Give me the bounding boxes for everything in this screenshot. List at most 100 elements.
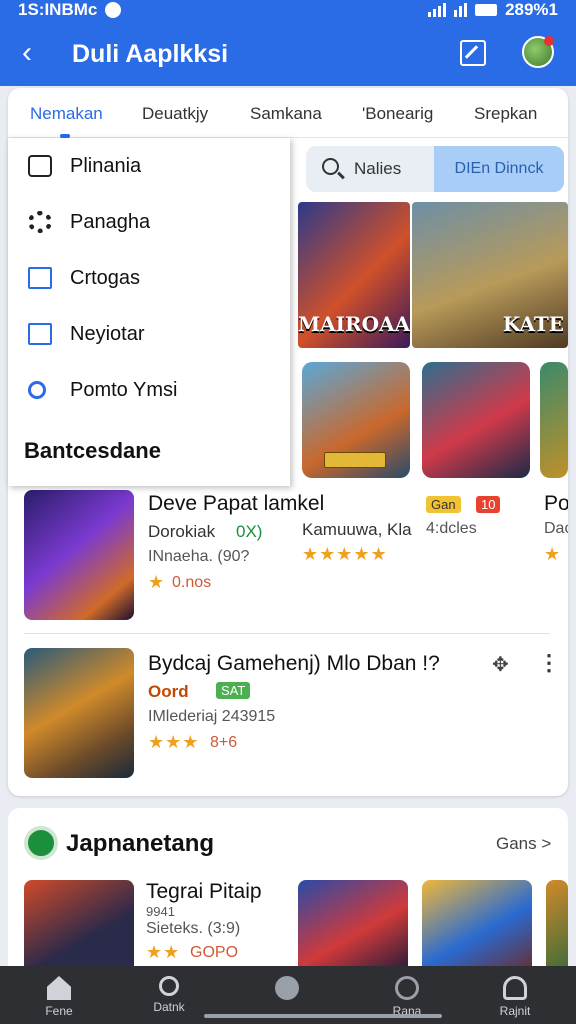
side-item-sub: Dao: [544, 520, 568, 537]
battery-icon: [475, 4, 498, 16]
nav-search[interactable]: Datnk: [134, 972, 204, 1014]
divider: [24, 633, 550, 634]
menu-item-plinania[interactable]: Plinania: [8, 138, 290, 194]
card-icon: [28, 323, 52, 345]
game-thumbnail[interactable]: [24, 880, 134, 976]
list-item-subtitle: Dorokiak: [148, 522, 216, 541]
search-icon: [322, 158, 339, 175]
menu-section-heading: Bantcesdane: [24, 438, 161, 463]
menu-item-label: Pomto Ymsi: [70, 378, 178, 401]
user-icon: [503, 976, 527, 1000]
home-icon: [47, 976, 71, 1000]
menu-item-crtogas[interactable]: Crtogas: [8, 250, 290, 306]
game-thumbnail[interactable]: [422, 880, 532, 976]
list-item-meta: INnaeha. (90?: [148, 548, 250, 565]
app-bar: ‹ Duli Aaplkksi: [0, 28, 576, 80]
tab-deuatkjy[interactable]: Deuatkjy: [142, 104, 208, 124]
gear-icon: [28, 211, 52, 233]
nav-center[interactable]: [252, 972, 322, 1004]
game-thumbnail[interactable]: [298, 880, 408, 976]
menu-item-pomto[interactable]: Pomto Ymsi: [8, 362, 290, 418]
tab-srepkan[interactable]: Srepkan: [474, 104, 537, 124]
star-rating: ★★: [146, 942, 181, 962]
section-item-code: 9941: [146, 904, 175, 919]
side-item-label: Kamuuwa, Kla: [302, 520, 412, 539]
heart-icon: [395, 976, 419, 1000]
list-item-title[interactable]: Deve Papat lamkel: [148, 492, 324, 516]
menu-item-label: Crtogas: [70, 266, 141, 289]
side-badge-number: 10: [476, 496, 501, 513]
menu-item-label: Neyiotar: [70, 322, 145, 345]
nav-label: Fene: [45, 1004, 73, 1018]
list-item-subtitle: Oord: [148, 682, 189, 701]
section-logo-icon: [24, 826, 58, 860]
tab-bonearig[interactable]: 'Bonearig: [362, 104, 433, 124]
wifi-icon: [454, 3, 468, 17]
search-bar[interactable]: Nalies DIEn Dinnck: [306, 146, 564, 192]
avatar[interactable]: [522, 36, 554, 68]
game-tile-3[interactable]: [540, 362, 568, 478]
nav-rana[interactable]: Rana: [372, 972, 442, 1018]
featured-section: Japnanetang Gans > Tegrai Pitaip 9941 Si…: [8, 808, 568, 978]
top-header: 1S:INBMc 289%1 ‹ Duli Aaplkksi: [0, 0, 576, 86]
tab-samkana[interactable]: Samkana: [250, 104, 322, 124]
tile-tag: [324, 452, 386, 468]
side-badge-gan: Gan: [426, 496, 461, 513]
star-rating: ★: [544, 544, 562, 564]
bottom-nav: Fene Datnk Rana Rajnit: [0, 966, 576, 1024]
menu-item-label: Plinania: [70, 154, 142, 177]
section-item-meta: Sieteks. (3:9): [146, 920, 241, 937]
share-icon[interactable]: ✥: [492, 652, 509, 677]
list-item-title[interactable]: Bydcaj Gamehenj) Mlo Dban !?: [148, 652, 440, 676]
section-title: Japnanetang: [66, 830, 215, 857]
banner-caption: KATE: [502, 312, 564, 336]
folder-icon: [28, 267, 52, 289]
more-options-icon[interactable]: ⋮: [538, 650, 560, 676]
star-rating: ★★★★★: [302, 544, 388, 564]
star-rating: ★★★: [148, 732, 200, 752]
rating-text: 0.nos: [172, 574, 212, 591]
status-notification-icon: [105, 2, 122, 18]
page-title: Duli Aaplkksi: [72, 40, 229, 68]
nav-label: Datnk: [153, 1000, 185, 1014]
dropdown-menu: Plinania Panagha Crtogas Neyiotar Pomto …: [8, 138, 290, 486]
list-item-meta: IMlederiaj 243915: [148, 708, 276, 725]
status-bar: 1S:INBMc 289%1: [18, 0, 558, 20]
search-icon: [28, 381, 46, 399]
search-input[interactable]: Nalies: [354, 159, 401, 179]
menu-item-label: Panagha: [70, 210, 151, 233]
see-more-link[interactable]: Gans >: [496, 834, 551, 854]
game-banner-1[interactable]: MAIROAAI: [298, 202, 410, 348]
list-item-badge: 0X): [236, 522, 263, 541]
battery-percent: 289%1: [505, 0, 558, 19]
back-arrow-icon[interactable]: ‹: [22, 38, 44, 68]
banner-caption: MAIROAAI: [298, 312, 410, 336]
nav-label: Rajnit: [499, 1004, 531, 1018]
game-tile-2[interactable]: [422, 362, 530, 478]
rating-text: 8+6: [210, 734, 238, 751]
menu-item-panagha[interactable]: Panagha: [8, 194, 290, 250]
side-item-sub: 4:dcles: [426, 520, 477, 537]
tab-nemakan[interactable]: Nemakan: [30, 104, 103, 124]
game-thumbnail[interactable]: [24, 490, 134, 620]
menu-item-neyiotar[interactable]: Neyiotar: [8, 306, 290, 362]
game-tile-1[interactable]: [302, 362, 410, 478]
status-time: 1S:INBMc: [18, 0, 98, 19]
game-thumbnail[interactable]: [24, 648, 134, 778]
edit-icon[interactable]: [460, 40, 486, 66]
nav-home[interactable]: Fene: [24, 972, 94, 1018]
star-rating: ★: [148, 572, 166, 592]
box-icon: [28, 155, 52, 177]
circle-icon: [275, 976, 299, 1000]
tab-bar: Nemakan Deuatkjy Samkana 'Bonearig Srepk…: [8, 88, 568, 138]
search-icon: [159, 976, 179, 996]
section-item-title[interactable]: Tegrai Pitaip: [146, 880, 262, 904]
search-button[interactable]: DIEn Dinnck: [434, 146, 564, 192]
side-item-title: Po: [544, 492, 568, 515]
game-banner-2[interactable]: KATE: [412, 202, 568, 348]
game-thumbnail[interactable]: [546, 880, 568, 976]
nav-profile[interactable]: Rajnit: [480, 972, 550, 1018]
gesture-bar: [204, 1014, 442, 1018]
list-item-badge: SAT: [216, 682, 251, 699]
signal-icon: [428, 3, 447, 17]
